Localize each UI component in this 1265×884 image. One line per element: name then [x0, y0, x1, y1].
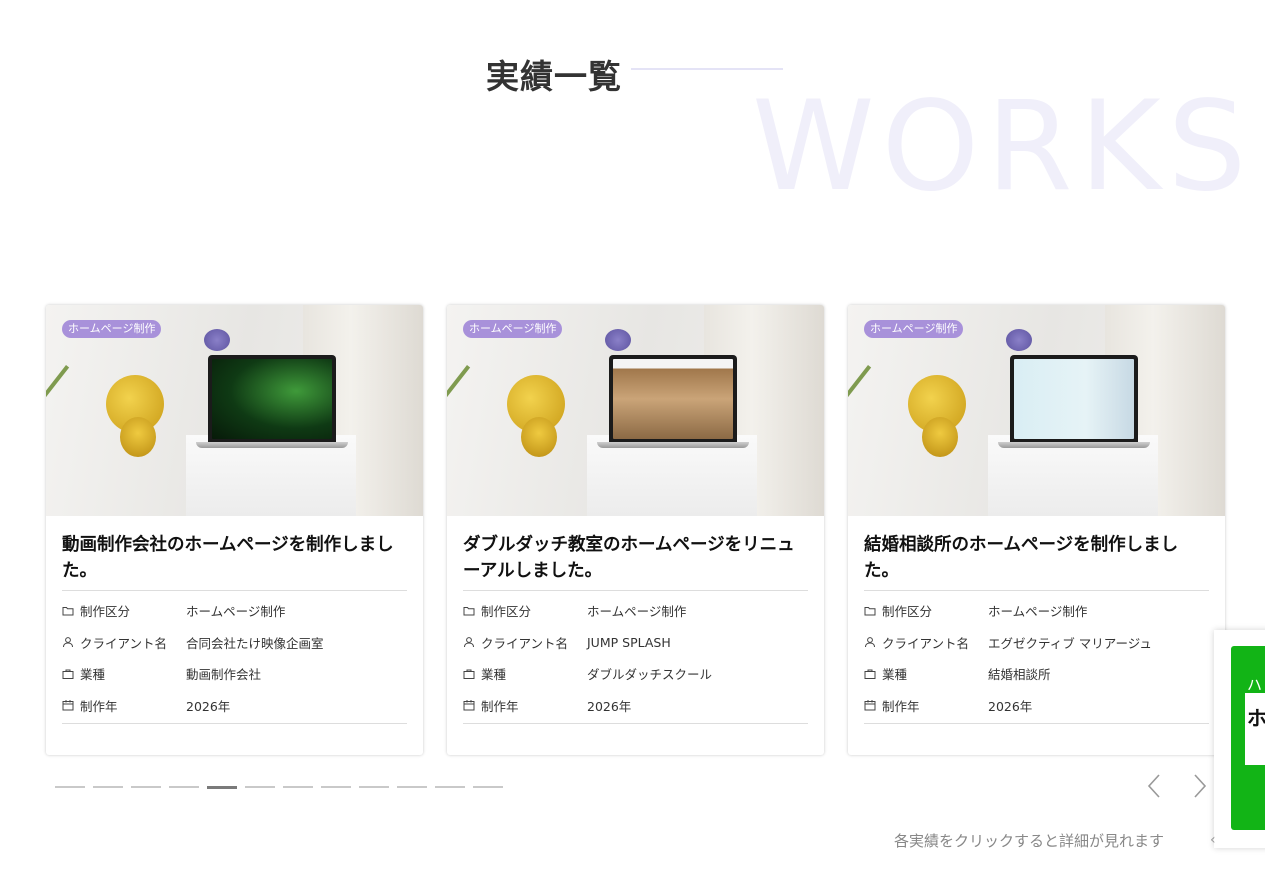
card-meta: 制作区分 ホームページ制作 クライアント名 エグゼクティブ マリアージュ 業種 …: [864, 590, 1209, 724]
meta-value: JUMP SPLASH: [587, 634, 671, 650]
work-thumbnail: ホームページ制作: [848, 305, 1225, 516]
briefcase-icon: [463, 669, 475, 679]
pagination-dash[interactable]: [55, 786, 85, 788]
meta-row-category: 制作区分 ホームページ制作: [463, 595, 808, 627]
calendar-icon: [62, 700, 74, 711]
meta-key-label: 業種: [80, 667, 106, 683]
work-card-1[interactable]: ホームページ制作 動画制作会社のホームページを制作しました。 制作区分 ホームペ…: [46, 305, 423, 755]
meta-value: 2026年: [988, 698, 1033, 714]
laptop-mockup: [609, 355, 737, 443]
chevron-right-icon: [1194, 774, 1207, 798]
folder-icon: [864, 606, 876, 616]
meta-value: 動画制作会社: [186, 667, 262, 683]
meta-key-label: クライアント名: [882, 635, 970, 651]
prev-slide-button[interactable]: [1143, 770, 1165, 802]
meta-value: ホームページ制作: [587, 604, 687, 620]
work-card-3[interactable]: ホームページ制作 結婚相談所のホームページを制作しました。 制作区分 ホームペー…: [848, 305, 1225, 755]
card-title: 動画制作会社のホームページを制作しました。: [62, 535, 394, 581]
category-badge: ホームページ制作: [463, 320, 563, 338]
card-title: ダブルダッチ教室のホームページをリニューアルしました。: [463, 535, 795, 581]
folder-icon: [463, 606, 475, 616]
meta-value: エグゼクティブ マリアージュ: [988, 635, 1152, 651]
pagination-dash[interactable]: [473, 786, 503, 788]
calendar-icon: [864, 700, 876, 711]
meta-key-label: 制作区分: [80, 604, 131, 620]
meta-value: ホームページ制作: [186, 604, 286, 620]
meta-key-label: 業種: [882, 667, 908, 683]
title-accent-line: [631, 68, 783, 70]
meta-value: 2026年: [186, 698, 231, 714]
pagination-dash[interactable]: [93, 786, 123, 788]
pagination-dash[interactable]: [397, 786, 427, 788]
pagination-dash[interactable]: [435, 786, 465, 788]
category-badge: ホームページ制作: [62, 320, 162, 338]
meta-row-industry: 業種 結婚相談所: [864, 658, 1209, 690]
meta-row-client: クライアント名 エグゼクティブ マリアージュ: [864, 627, 1209, 659]
meta-key-label: 制作区分: [882, 604, 933, 620]
user-icon: [464, 637, 474, 648]
pagination-dash[interactable]: [245, 786, 275, 788]
laptop-mockup: [1010, 355, 1138, 443]
click-hint-text: 各実績をクリックすると詳細が見れます: [894, 832, 1165, 850]
meta-row-year: 制作年 2026年: [62, 690, 407, 722]
meta-key-label: 制作区分: [481, 604, 532, 620]
meta-value: 合同会社たけ映像企画室: [186, 635, 324, 651]
section-title: 実績一覧: [486, 57, 622, 96]
card-title: 結婚相談所のホームページを制作しました。: [864, 535, 1179, 581]
meta-key-label: クライアント名: [80, 635, 168, 651]
widget-label-top: ハ: [1247, 676, 1263, 694]
meta-key-label: 制作年: [80, 698, 118, 714]
meta-key-label: クライアント名: [481, 635, 569, 651]
briefcase-icon: [62, 669, 74, 679]
floating-contact-widget[interactable]: ハ ホ ‹: [1210, 630, 1265, 848]
next-slide-button[interactable]: [1189, 770, 1211, 802]
work-card-2[interactable]: ホームページ制作 ダブルダッチ教室のホームページをリニューアルしました。 制作区…: [447, 305, 824, 755]
calendar-icon: [463, 700, 475, 711]
meta-value: ホームページ制作: [988, 604, 1088, 620]
meta-row-industry: 業種 動画制作会社: [62, 658, 407, 690]
chevron-left-icon: [1147, 774, 1160, 798]
user-icon: [63, 637, 73, 648]
work-thumbnail: ホームページ制作: [447, 305, 824, 516]
meta-value: 2026年: [587, 698, 632, 714]
user-icon: [865, 637, 875, 648]
meta-key-label: 制作年: [481, 698, 519, 714]
pagination-dash[interactable]: [359, 786, 389, 788]
meta-row-client: クライアント名 合同会社たけ映像企画室: [62, 627, 407, 659]
laptop-mockup: [208, 355, 336, 443]
meta-row-year: 制作年 2026年: [864, 690, 1209, 722]
meta-value: 結婚相談所: [988, 667, 1051, 683]
meta-value: ダブルダッチスクール: [587, 667, 713, 683]
pagination-dash[interactable]: [169, 786, 199, 788]
folder-icon: [62, 606, 74, 616]
meta-row-year: 制作年 2026年: [463, 690, 808, 722]
card-meta: 制作区分 ホームページ制作 クライアント名 JUMP SPLASH 業種 ダブル…: [463, 590, 808, 724]
meta-key-label: 業種: [481, 667, 507, 683]
widget-label-mid: ホ: [1247, 706, 1265, 730]
meta-row-client: クライアント名 JUMP SPLASH: [463, 627, 808, 659]
widget-label-bottom: ‹: [1210, 832, 1216, 848]
briefcase-icon: [864, 669, 876, 679]
category-badge: ホームページ制作: [864, 320, 964, 338]
work-thumbnail: ホームページ制作: [46, 305, 423, 516]
card-meta: 制作区分 ホームページ制作 クライアント名 合同会社たけ映像企画室 業種 動画制…: [62, 590, 407, 724]
meta-row-category: 制作区分 ホームページ制作: [864, 595, 1209, 627]
background-watermark-text: WORKS: [752, 75, 1254, 219]
pagination-dash[interactable]: [321, 786, 351, 788]
meta-key-label: 制作年: [882, 698, 920, 714]
pagination-dash[interactable]: [131, 786, 161, 788]
line-contact-button[interactable]: ハ ホ: [1231, 646, 1265, 830]
meta-row-category: 制作区分 ホームページ制作: [62, 595, 407, 627]
meta-row-industry: 業種 ダブルダッチスクール: [463, 658, 808, 690]
pagination-dash[interactable]: [207, 785, 237, 789]
carousel-pagination: [55, 785, 511, 789]
pagination-dash[interactable]: [283, 786, 313, 788]
